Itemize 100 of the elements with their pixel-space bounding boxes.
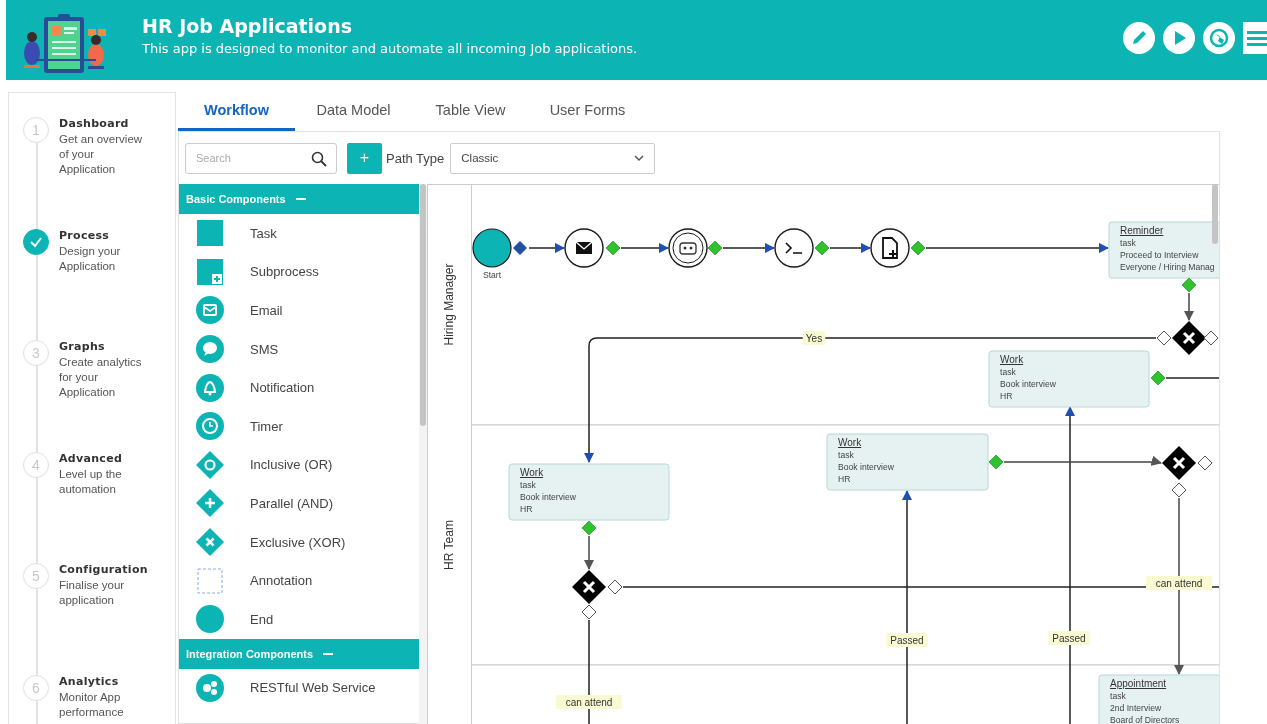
task-node[interactable] xyxy=(826,433,989,491)
scrollbar-thumb[interactable] xyxy=(419,184,426,426)
step-title[interactable]: Dashboard xyxy=(59,117,147,130)
task-node[interactable] xyxy=(1098,674,1219,724)
connection-port[interactable] xyxy=(1171,482,1187,498)
step-description: Level up the automation xyxy=(59,466,123,497)
component-label[interactable]: Exclusive (XOR) xyxy=(250,534,346,550)
step-description: Get an overview of your Application xyxy=(59,132,144,177)
tab[interactable]: Workflow xyxy=(178,92,295,131)
task-detail: Book interview xyxy=(999,379,1056,389)
check-icon[interactable] xyxy=(23,228,49,255)
notification-component-icon[interactable] xyxy=(195,372,225,403)
component-label[interactable]: Timer xyxy=(250,418,283,434)
connection-port[interactable] xyxy=(1197,455,1213,471)
exclusive-component-icon[interactable] xyxy=(195,527,225,558)
parallel-component-icon[interactable] xyxy=(195,488,225,519)
connector-arrow xyxy=(828,242,871,254)
edge-label: Passed xyxy=(1047,631,1090,645)
path-type-dropdown[interactable]: Classic xyxy=(450,142,656,174)
task-title[interactable]: Appointment xyxy=(1109,678,1166,689)
task-title[interactable]: Work xyxy=(519,467,543,478)
tab[interactable]: Data Model xyxy=(295,92,412,131)
scrollbar-thumb[interactable] xyxy=(1212,184,1218,244)
path-type-label: Path Type xyxy=(386,150,445,166)
connection-port[interactable] xyxy=(1156,330,1172,346)
component-label[interactable]: Task xyxy=(250,225,277,241)
task-type: task xyxy=(999,367,1016,377)
app-description: This app is designed to monitor and automate all incoming Job applications. xyxy=(142,40,639,56)
component-label[interactable]: Subprocess xyxy=(250,264,319,280)
connection-port[interactable] xyxy=(512,241,527,255)
task-component-icon[interactable] xyxy=(195,218,225,249)
connector-arrow xyxy=(1183,292,1194,322)
component-label[interactable]: SMS xyxy=(250,341,279,357)
menu-icon[interactable] xyxy=(1243,22,1267,54)
task-detail: Proceed to Interview xyxy=(1119,250,1198,260)
connector-arrow xyxy=(721,242,775,254)
search-field[interactable]: Search xyxy=(185,142,337,174)
tab[interactable]: User Forms xyxy=(529,92,646,131)
chevron-down-icon xyxy=(634,154,645,162)
task-detail: Everyone / Hiring Manag xyxy=(1119,262,1215,272)
start-label: Start xyxy=(482,270,501,280)
sms-component-icon[interactable] xyxy=(195,334,225,365)
step-title[interactable]: Analytics xyxy=(59,674,147,688)
task-title[interactable]: Work xyxy=(999,354,1023,365)
task-type: task xyxy=(519,480,536,490)
step-title[interactable]: Process xyxy=(59,228,147,242)
connector-arrow xyxy=(619,242,669,254)
robot-event-icon[interactable] xyxy=(667,228,708,268)
task-detail: 2nd Interview xyxy=(1109,703,1161,713)
task-detail: HR xyxy=(519,504,532,514)
subprocess-component-icon[interactable] xyxy=(195,256,225,287)
component-label[interactable]: Notification xyxy=(250,380,315,396)
step-description: Monitor App performance xyxy=(59,689,125,720)
component-label[interactable]: Annotation xyxy=(250,573,313,589)
task-detail: HR xyxy=(999,391,1012,401)
connector-arrow xyxy=(527,242,565,254)
task-node[interactable] xyxy=(988,350,1150,408)
play-icon[interactable] xyxy=(1163,22,1195,54)
envelope-event-icon[interactable] xyxy=(563,228,604,268)
connection-port[interactable] xyxy=(1203,330,1219,346)
terminal-event-icon[interactable] xyxy=(773,228,814,268)
end-component-icon[interactable] xyxy=(195,604,225,635)
app-title: HR Job Applications xyxy=(142,14,353,37)
tab[interactable]: Table View xyxy=(412,92,529,131)
rest-component-icon[interactable] xyxy=(195,672,225,703)
exclusive-gateway[interactable] xyxy=(1171,321,1206,355)
task-title[interactable]: Work xyxy=(837,437,861,448)
timer-component-icon[interactable] xyxy=(195,411,225,442)
step-title[interactable]: Configuration xyxy=(59,563,148,577)
step-title[interactable]: Graphs xyxy=(59,340,147,354)
step-description: Design your Application xyxy=(59,243,122,274)
component-label[interactable]: Email xyxy=(250,303,283,318)
task-detail: Book interview xyxy=(837,462,894,472)
document-plus-event-icon[interactable] xyxy=(869,228,910,268)
section-title: Integration Components xyxy=(186,647,314,660)
task-node[interactable] xyxy=(508,463,670,521)
task-type: task xyxy=(1109,691,1126,701)
task-detail: HR xyxy=(837,474,850,484)
section-title: Basic Components xyxy=(186,193,286,205)
exclusive-gateway[interactable] xyxy=(1161,446,1196,480)
edit-icon[interactable] xyxy=(1123,22,1155,54)
task-type: task xyxy=(837,450,854,460)
globe-icon[interactable] xyxy=(1203,22,1235,54)
task-title[interactable]: Reminder xyxy=(1119,225,1163,236)
component-label[interactable]: Parallel (AND) xyxy=(250,495,334,511)
component-label[interactable]: Inclusive (OR) xyxy=(250,457,333,473)
connection-port[interactable] xyxy=(607,579,623,595)
step-title[interactable]: Advanced xyxy=(59,451,147,465)
task-detail: Board of Directors xyxy=(1109,715,1179,724)
task-node[interactable] xyxy=(1108,221,1219,279)
step-description: Finalise your application xyxy=(59,578,126,609)
component-label[interactable]: RESTful Web Service xyxy=(250,680,376,696)
search-icon xyxy=(311,150,327,167)
edge-label: Yes xyxy=(802,331,825,345)
inclusive-component-icon[interactable] xyxy=(195,449,225,480)
component-label[interactable]: End xyxy=(250,611,274,627)
exclusive-gateway[interactable] xyxy=(571,570,606,604)
lane-title: Hiring Manager xyxy=(441,263,456,346)
email-component-icon[interactable] xyxy=(195,295,225,326)
start-event[interactable] xyxy=(471,228,512,268)
